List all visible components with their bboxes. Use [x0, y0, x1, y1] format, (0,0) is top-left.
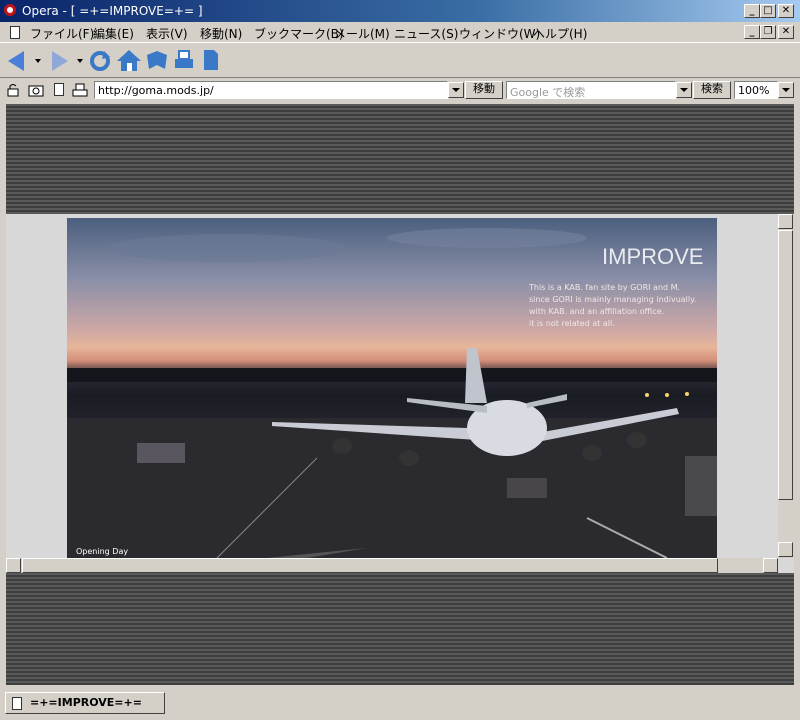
site-description: This is a KAB. fan site by GORI and M. s… [529, 282, 715, 330]
scroll-right-button[interactable] [763, 558, 778, 573]
menu-help[interactable]: ヘルプ(H) [533, 25, 587, 42]
forward-history-dropdown-icon[interactable] [77, 59, 83, 63]
opera-logo-icon [4, 4, 16, 16]
back-history-dropdown-icon[interactable] [35, 59, 41, 63]
home-icon[interactable] [116, 48, 142, 72]
vertical-scroll-thumb[interactable] [778, 230, 793, 500]
camera-icon[interactable] [28, 83, 44, 97]
status-bar: =+=IMPROVE=+= [0, 688, 800, 720]
page-title: IMPROVE [602, 244, 704, 269]
description-line: with KAB. and an affillation office. [529, 307, 665, 316]
window-title: Opera - [ =+=IMPROVE=+= ] [22, 4, 203, 18]
scroll-left-button[interactable] [6, 558, 21, 573]
back-icon[interactable] [8, 51, 24, 71]
address-toolbar: http://goma.mods.jp/ 移動 Google で検索 検索 10… [0, 78, 800, 102]
scroll-down-button[interactable] [778, 542, 793, 557]
page-tab[interactable]: =+=IMPROVE=+= [5, 692, 165, 714]
horizontal-scrollbar[interactable] [6, 558, 778, 573]
bookmarks-icon[interactable] [145, 49, 169, 71]
print-preview-icon[interactable] [72, 83, 88, 97]
url-history-dropdown[interactable] [448, 82, 464, 98]
menu-navigate[interactable]: 移動(N) [200, 25, 242, 42]
navigation-toolbar [0, 42, 800, 78]
maximize-button[interactable]: □ [760, 4, 776, 18]
print-icon[interactable] [173, 49, 195, 71]
zoom-select[interactable]: 100% [734, 81, 778, 99]
scroll-up-button[interactable] [778, 214, 793, 229]
zoom-dropdown[interactable] [778, 82, 794, 98]
vertical-scrollbar[interactable] [778, 214, 794, 558]
description-line: it is not related at all. [529, 319, 615, 328]
tab-page-icon [12, 697, 22, 710]
mdi-minimize-button[interactable]: _ [744, 25, 760, 39]
mdi-close-button[interactable]: ✕ [778, 25, 794, 39]
security-lock-icon[interactable] [6, 83, 20, 97]
menu-edit[interactable]: 編集(E) [93, 25, 134, 42]
menu-bookmarks[interactable]: ブックマーク(B) [254, 25, 344, 42]
menu-view[interactable]: 表示(V) [146, 25, 188, 42]
menu-file[interactable]: ファイル(F) [30, 25, 94, 42]
mdi-restore-button[interactable]: ❐ [760, 25, 776, 39]
description-line: since GORI is mainly managing indivually… [529, 295, 697, 304]
title-bar: Opera - [ =+=IMPROVE=+= ] _ □ ✕ [0, 0, 800, 22]
page-icon[interactable] [203, 49, 219, 71]
menu-bar: ファイル(F) 編集(E) 表示(V) 移動(N) ブックマーク(B) メール(… [0, 22, 800, 42]
header-stripe-banner [6, 104, 794, 214]
footer-stripe-banner [6, 573, 794, 685]
forward-icon[interactable] [52, 51, 68, 71]
photo-caption: Opening Day [76, 547, 129, 556]
document-icon [10, 26, 20, 39]
url-input[interactable]: http://goma.mods.jp/ [94, 81, 448, 99]
description-line: This is a KAB. fan site by GORI and M. [529, 283, 681, 292]
menu-mail[interactable]: メール(M) [334, 25, 390, 42]
horizontal-scroll-thumb[interactable] [22, 558, 718, 573]
hero-photo: IMPROVE This is a KAB. fan site by GORI … [67, 218, 717, 558]
reload-icon[interactable] [88, 49, 112, 73]
page-info-icon[interactable] [54, 83, 64, 96]
search-input[interactable]: Google で検索 [506, 81, 676, 99]
menu-window[interactable]: ウィンドウ(W) [459, 25, 540, 42]
go-button[interactable]: 移動 [465, 81, 503, 99]
minimize-button[interactable]: _ [744, 4, 760, 18]
menu-news[interactable]: ニュース(S) [394, 25, 458, 42]
search-button[interactable]: 検索 [693, 81, 731, 99]
close-button[interactable]: ✕ [778, 4, 794, 18]
tab-label: =+=IMPROVE=+= [30, 696, 142, 709]
search-engine-dropdown[interactable] [676, 82, 692, 98]
